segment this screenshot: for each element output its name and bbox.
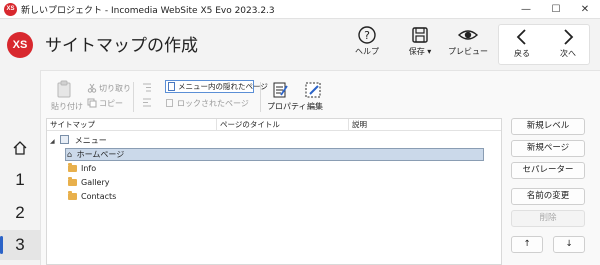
chevron-left-icon bbox=[516, 29, 526, 45]
maximize-icon[interactable]: ☐ bbox=[541, 0, 571, 19]
tree-root-label: メニュー bbox=[74, 136, 107, 145]
step-sidebar: 1 2 3 bbox=[0, 70, 40, 265]
hidden-page-icon bbox=[168, 82, 175, 91]
row-label-gallery: Gallery bbox=[81, 178, 110, 187]
eye-icon bbox=[457, 30, 479, 40]
next-button[interactable]: 次へ bbox=[551, 27, 585, 67]
indent-icon bbox=[143, 83, 151, 92]
app-icon: XS bbox=[4, 3, 17, 16]
locked-pages-label: ロックされたページ bbox=[177, 99, 249, 108]
paste-icon bbox=[57, 80, 71, 98]
navigation-box: 戻る 次へ bbox=[498, 24, 590, 65]
properties-icon bbox=[273, 82, 288, 98]
hidden-pages-toggle[interactable]: メニュー内の隠れたページ bbox=[165, 80, 268, 93]
tree-root[interactable]: ◢ メニュー bbox=[50, 134, 107, 147]
save-label: 保存 bbox=[408, 47, 425, 56]
paste-button[interactable]: 貼り付け bbox=[51, 101, 83, 112]
properties-button[interactable]: プロパティ bbox=[267, 101, 307, 112]
back-button[interactable]: 戻る bbox=[505, 27, 539, 67]
step-2[interactable]: 2 bbox=[0, 198, 40, 228]
back-label: 戻る bbox=[514, 49, 530, 58]
preview-button[interactable]: プレビュー bbox=[448, 25, 488, 65]
help-label: ヘルプ bbox=[355, 47, 379, 56]
lock-icon bbox=[166, 99, 173, 107]
next-label: 次へ bbox=[560, 49, 576, 58]
save-button[interactable]: 保存 ▾ bbox=[403, 25, 437, 65]
title-bar: XS 新しいプロジェクト - Incomedia WebSite X5 Evo … bbox=[0, 0, 600, 19]
help-button[interactable]: ? ヘルプ bbox=[352, 25, 382, 65]
table-row-selected[interactable] bbox=[65, 148, 484, 161]
cut-icon bbox=[87, 83, 97, 93]
sitemap-table[interactable]: サイトマップ ページのタイトル 説明 ◢ メニュー ⌂ ホームページ Info … bbox=[46, 118, 502, 265]
row-label-info: Info bbox=[81, 164, 97, 173]
table-row[interactable]: Info bbox=[68, 162, 96, 175]
column-header-description[interactable]: 説明 bbox=[349, 119, 501, 131]
row-label-contacts: Contacts bbox=[81, 192, 117, 201]
page-title: サイトマップの作成 bbox=[45, 36, 198, 56]
cut-button[interactable]: 切り取り bbox=[99, 83, 131, 94]
window-title: 新しいプロジェクト - Incomedia WebSite X5 Evo 202… bbox=[21, 6, 275, 16]
collapse-arrow-icon[interactable]: ◢ bbox=[50, 138, 55, 145]
step-1[interactable]: 1 bbox=[0, 165, 40, 195]
toolbar-divider bbox=[133, 82, 134, 112]
rename-button[interactable]: 名前の変更 bbox=[511, 188, 585, 205]
table-row[interactable]: ⌂ ホームページ bbox=[67, 148, 124, 161]
locked-pages-toggle[interactable]: ロックされたページ bbox=[166, 98, 249, 109]
row-label-home: ホームページ bbox=[76, 150, 125, 159]
copy-icon bbox=[87, 98, 97, 108]
column-header-title[interactable]: ページのタイトル bbox=[217, 119, 349, 131]
hidden-pages-label: メニュー内の隠れたページ bbox=[178, 82, 268, 91]
edit-icon bbox=[305, 82, 321, 98]
help-icon: ? bbox=[358, 26, 376, 44]
minimize-icon[interactable]: — bbox=[511, 0, 541, 19]
column-header-sitemap[interactable]: サイトマップ bbox=[47, 119, 217, 131]
table-row[interactable]: Gallery bbox=[68, 176, 110, 189]
home-page-icon: ⌂ bbox=[67, 150, 73, 159]
outdent-icon bbox=[143, 98, 151, 107]
brand-logo: XS bbox=[7, 32, 33, 58]
move-down-button[interactable]: ↓ bbox=[553, 236, 585, 253]
folder-icon bbox=[68, 163, 77, 172]
separator-button[interactable]: セパレーター bbox=[511, 162, 585, 179]
dropdown-icon: ▾ bbox=[427, 47, 432, 56]
menu-tree-icon bbox=[60, 135, 70, 144]
delete-button[interactable]: 削除 bbox=[511, 210, 585, 227]
new-level-button[interactable]: 新規レベル bbox=[511, 118, 585, 135]
save-icon bbox=[412, 27, 428, 43]
new-page-button[interactable]: 新規ページ bbox=[511, 140, 585, 157]
step-3[interactable]: 3 bbox=[0, 230, 40, 260]
svg-text:?: ? bbox=[364, 29, 370, 42]
chevron-right-icon bbox=[564, 29, 574, 45]
toolbar-divider bbox=[260, 82, 261, 112]
edit-button[interactable]: 編集 bbox=[307, 101, 323, 112]
copy-button[interactable]: コピー bbox=[99, 98, 123, 109]
close-icon[interactable]: ✕ bbox=[570, 0, 600, 19]
home-icon[interactable] bbox=[0, 133, 40, 163]
folder-icon bbox=[68, 191, 77, 200]
table-row[interactable]: Contacts bbox=[68, 190, 116, 203]
preview-label: プレビュー bbox=[448, 47, 488, 56]
header: XS サイトマップの作成 ? ヘルプ 保存 ▾ プレビュー 戻る 次へ bbox=[0, 19, 600, 70]
folder-icon bbox=[68, 177, 77, 186]
move-up-button[interactable]: ↑ bbox=[511, 236, 543, 253]
